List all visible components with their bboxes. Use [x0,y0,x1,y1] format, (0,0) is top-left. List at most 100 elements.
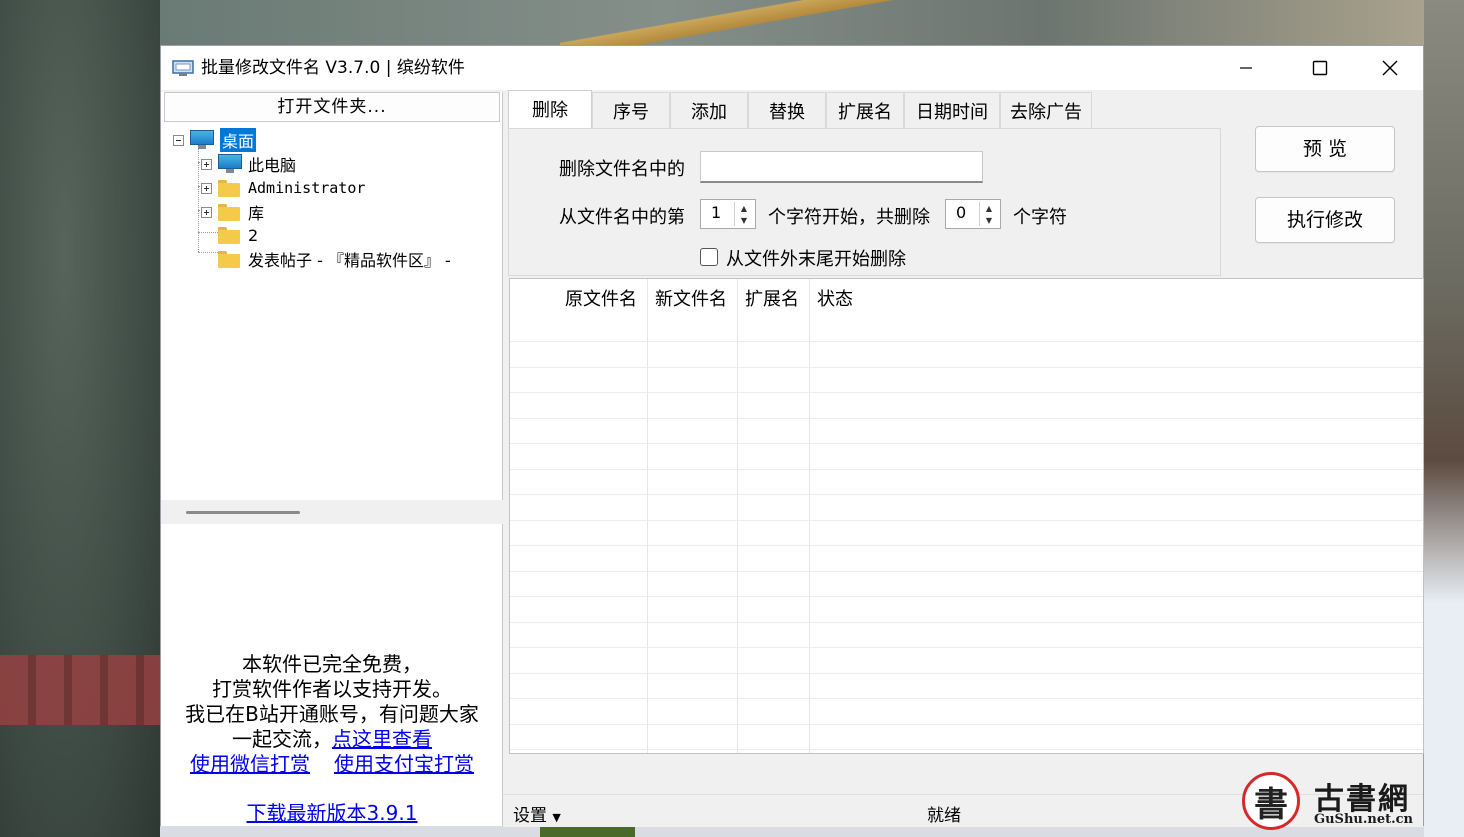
app-icon [172,60,194,76]
delete-options-panel: 删除文件名中的 从文件名中的第 1 ▲ ▼ 个字符开始，共删除 0 ▲ ▼ 个字… [508,128,1221,276]
window-title: 批量修改文件名 V3.7.0 | 缤纷软件 [201,58,465,78]
column-divider [737,279,738,753]
info-line: 一起交流，点这里查看 [161,727,503,752]
open-folder-button[interactable]: 打开文件夹... [164,92,500,122]
bilibili-link[interactable]: 点这里查看 [332,727,432,751]
from-end-label: 从文件外末尾开始删除 [726,249,906,270]
scrollbar-thumb[interactable] [186,511,300,514]
row-divider [510,622,1423,623]
info-text: 一起交流， [232,727,332,751]
tab-extension[interactable]: 扩展名 [826,92,904,128]
desktop-background-propeller [560,0,900,46]
tree-item-post-folder[interactable]: 发表帖子 - 『精品软件区』 - [218,248,451,270]
start-position-value: 1 [711,203,722,222]
row-divider [510,749,1423,750]
alipay-donate-link[interactable]: 使用支付宝打赏 [334,752,474,777]
tab-delete[interactable]: 删除 [508,90,592,128]
collapse-icon[interactable] [173,134,184,146]
tree-item-label: 发表帖子 - 『精品软件区』 - [248,251,451,270]
preview-button[interactable]: 预 览 [1255,126,1395,172]
info-line: 打赏软件作者以支持开发。 [212,677,452,701]
column-header-status[interactable]: 状态 [817,279,853,319]
desktop-background-right [1424,0,1464,837]
stepper-arrows[interactable]: ▲ ▼ [734,202,753,226]
close-button[interactable] [1355,46,1425,90]
tree-item-label: Administrator [248,179,366,197]
tree-item-label: 桌面 [220,128,257,152]
title-bar[interactable]: 批量修改文件名 V3.7.0 | 缤纷软件 [161,46,1423,90]
chevron-down-icon[interactable]: ▼ [980,214,998,226]
minimize-icon [1240,67,1252,69]
tree-item-label: 库 [248,204,265,223]
delete-text-input[interactable] [700,151,983,183]
maximize-icon [1312,60,1328,76]
caret-down-icon: ▼ [552,811,561,824]
from-end-checkbox[interactable] [700,248,718,266]
chevron-down-icon[interactable]: ▼ [735,214,753,226]
execute-button[interactable]: 执行修改 [1255,197,1395,243]
maximize-button[interactable] [1285,46,1355,90]
watermark: 書 古書網 GuShu.net.cn [1242,772,1427,834]
column-divider [809,279,810,753]
left-panel: 打开文件夹... 桌面 此电脑 Administrator 库 2 发表帖子 -… [161,92,503,826]
tab-datetime[interactable]: 日期时间 [904,92,1000,128]
tree-item-desktop[interactable]: 桌面 [173,128,257,152]
row-divider [510,698,1423,699]
info-line: 我已在B站开通账号，有问题大家 [185,702,479,726]
tree-connector [198,252,220,253]
expand-icon[interactable] [201,158,212,170]
column-header-extension[interactable]: 扩展名 [745,279,799,319]
status-text: 就绪 [927,806,961,826]
chevron-up-icon[interactable]: ▲ [980,202,998,214]
desktop-background-bottom-accent [540,826,635,837]
row-divider [510,596,1423,597]
column-divider [647,279,648,753]
stepper-arrows[interactable]: ▲ ▼ [979,202,998,226]
donation-info: 本软件已完全免费， 打赏软件作者以支持开发。 我已在B站开通账号，有问题大家 一… [161,652,503,826]
row-divider [510,469,1423,470]
expand-icon[interactable] [201,206,212,218]
tree-connector [198,232,220,233]
row-divider [510,443,1423,444]
settings-menu[interactable]: 设置 ▼ [513,801,561,826]
download-latest-link[interactable]: 下载最新版本3.9.1 [247,801,418,825]
watermark-seal: 書 [1242,772,1300,830]
tab-remove-ads[interactable]: 去除广告 [1000,92,1092,128]
row-divider [510,571,1423,572]
file-list[interactable]: 原文件名 新文件名 扩展名 状态 [509,278,1424,754]
desktop-background-red-chairs [0,655,160,725]
tree-connector [198,140,199,252]
tab-add[interactable]: 添加 [670,92,748,128]
start-position-stepper[interactable]: 1 ▲ ▼ [700,199,756,229]
folder-tree: 桌面 此电脑 Administrator 库 2 发表帖子 - 『精品软件区』 … [169,126,499,326]
row-divider [510,520,1423,521]
tree-item-this-pc[interactable]: 此电脑 [201,153,296,175]
tree-item-library[interactable]: 库 [201,201,264,223]
row-divider [510,418,1423,419]
tree-item-label: 2 [248,225,259,245]
delete-count-value: 0 [956,203,967,222]
tree-item-folder-2[interactable]: 2 [218,224,258,246]
wechat-donate-link[interactable]: 使用微信打赏 [190,752,310,777]
folder-icon [218,226,240,244]
folder-icon [218,203,240,221]
minimize-button[interactable] [1211,46,1281,90]
tab-replace[interactable]: 替换 [748,92,826,128]
expand-icon[interactable] [201,182,212,194]
donate-links: 使用微信打赏 使用支付宝打赏 [161,752,503,777]
row-divider [510,494,1423,495]
tree-item-administrator[interactable]: Administrator [201,177,365,199]
tree-horizontal-scrollbar[interactable] [161,500,503,524]
monitor-icon [218,154,242,174]
column-header-new-name[interactable]: 新文件名 [655,279,727,319]
main-window: 批量修改文件名 V3.7.0 | 缤纷软件 打开文件夹... 桌面 此电脑 Ad… [160,45,1424,827]
delete-count-stepper[interactable]: 0 ▲ ▼ [945,199,1001,229]
chevron-up-icon[interactable]: ▲ [735,202,753,214]
tab-sequence[interactable]: 序号 [592,92,670,128]
folder-icon [218,179,240,197]
row-divider [510,724,1423,725]
chars-label: 个字符 [1013,207,1067,228]
row-divider [510,673,1423,674]
column-header-original-name[interactable]: 原文件名 [565,279,637,319]
